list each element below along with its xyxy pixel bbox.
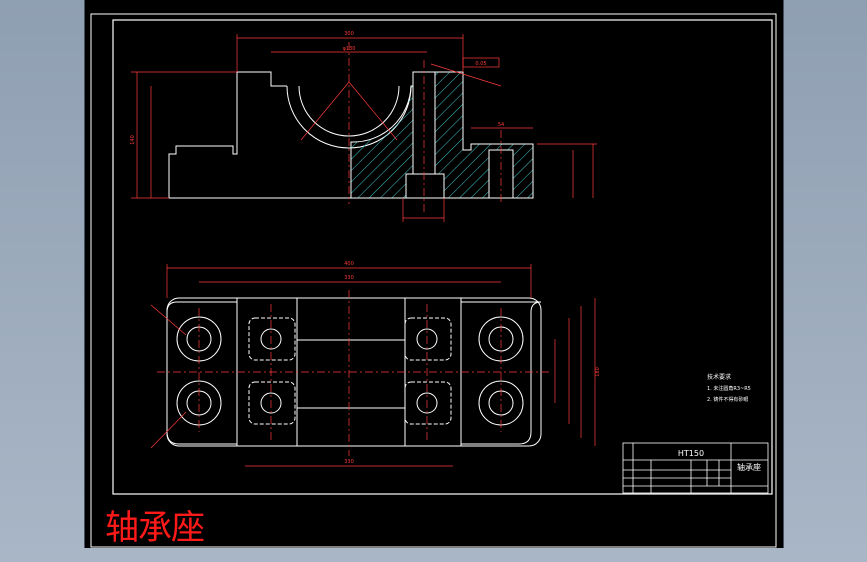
dim-inner-length: 330 <box>344 275 354 281</box>
drawing-caption: 轴承座 <box>105 508 205 548</box>
dim-overall-width: 300 <box>344 31 354 37</box>
front-view <box>168 71 534 199</box>
cad-viewport[interactable]: 300 φ130 0.05 140 54 400 330 330 180 技术要… <box>84 0 784 548</box>
title-block-part-name: 轴承座 <box>737 462 761 472</box>
tech-notes-line1: 1. 未注圆角R3~R5 <box>707 385 751 392</box>
cad-drawing: 300 φ130 0.05 140 54 400 330 330 180 技术要… <box>90 13 777 548</box>
dim-bore-dia: φ130 <box>343 46 356 52</box>
title-block-material: HT150 <box>678 449 704 458</box>
top-view-holes <box>176 316 524 426</box>
top-centerlines <box>157 290 549 456</box>
dim-flange-width: 54 <box>498 122 504 128</box>
dim-side-height: 180 <box>595 367 601 377</box>
screen: 300 φ130 0.05 140 54 400 330 330 180 技术要… <box>0 0 867 562</box>
dim-bottom-length: 330 <box>344 459 354 465</box>
dim-height: 140 <box>130 135 136 145</box>
top-dimensions <box>150 264 596 467</box>
dim-flatness: 0.05 <box>475 61 486 67</box>
tech-notes-line2: 2. 铸件不得有砂眼 <box>707 396 748 403</box>
dim-overall-length: 400 <box>344 261 354 267</box>
tech-notes-title: 技术要求 <box>707 373 731 381</box>
